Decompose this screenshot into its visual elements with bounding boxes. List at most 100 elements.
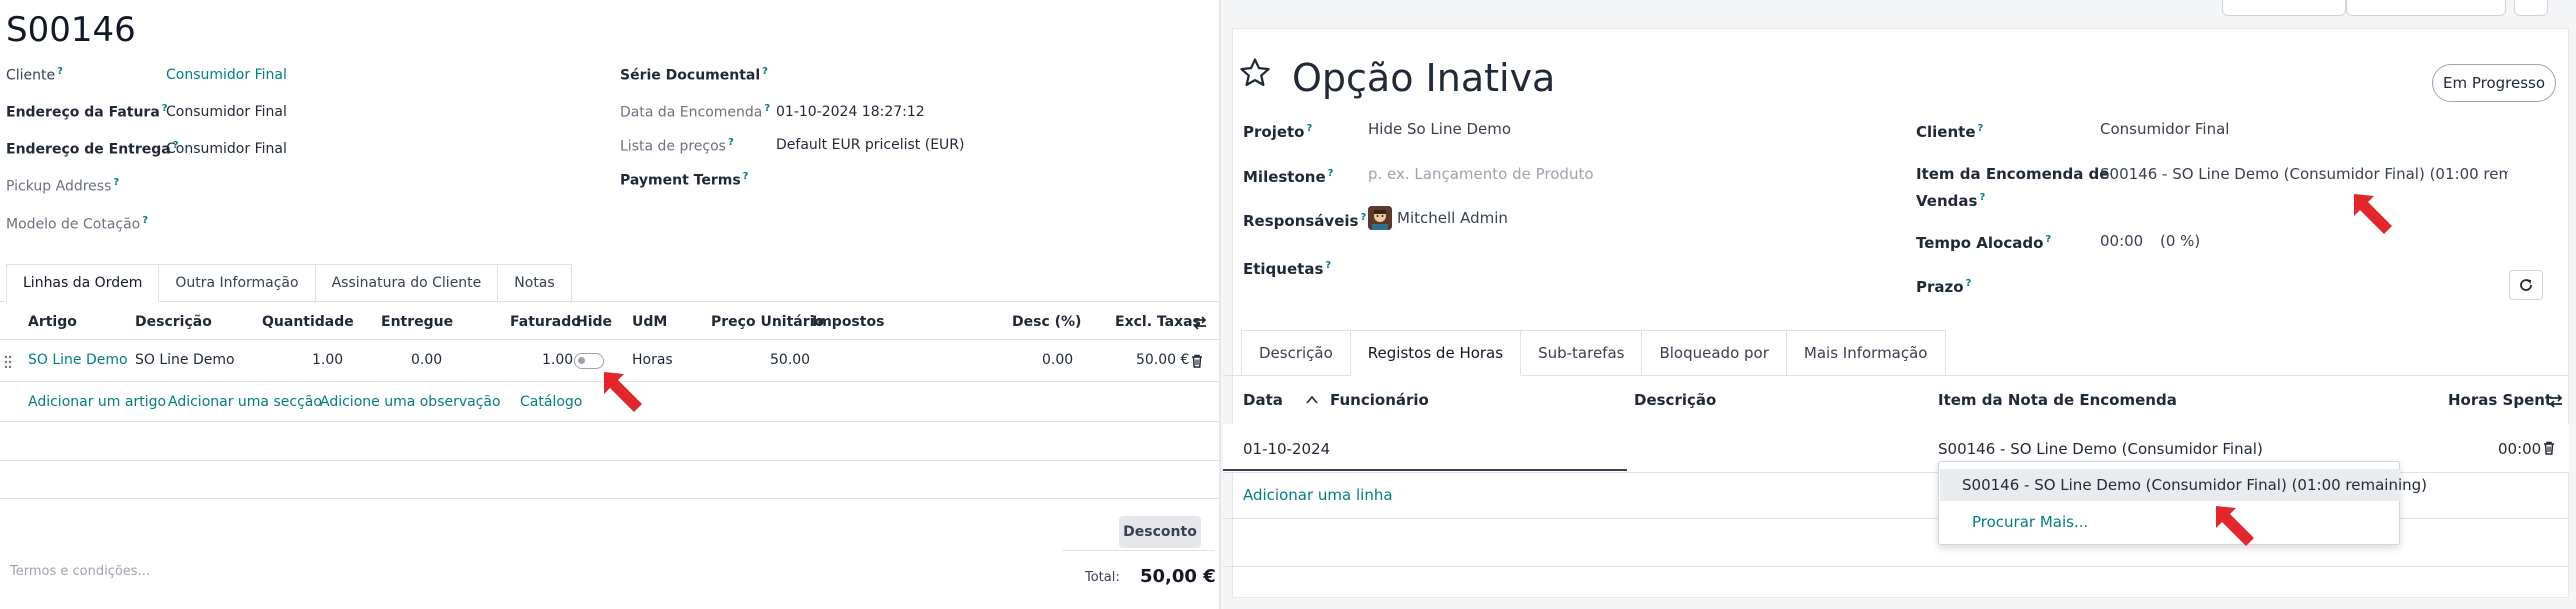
lista-precos-label: Lista de preços? — [620, 137, 734, 155]
tab-sub-tarefas[interactable]: Sub-tarefas — [1521, 330, 1643, 376]
item-encomenda-value[interactable]: S00146 - SO Line Demo (Consumidor Final)… — [2100, 165, 2508, 183]
row-divider — [1223, 566, 2569, 567]
col-udm[interactable]: UdM — [632, 314, 667, 330]
row-descricao[interactable]: SO Line Demo — [135, 352, 235, 368]
sales-order-title: S00146 — [6, 10, 136, 50]
autocomplete-dropdown: S00146 - SO Line Demo (Consumidor Final)… — [1938, 461, 2427, 545]
col-entregue[interactable]: Entregue — [381, 314, 453, 330]
tab-bloqueado-por[interactable]: Bloqueado por — [1642, 330, 1787, 376]
header-divider — [0, 339, 1219, 340]
row-preco[interactable]: 50.00 — [770, 352, 810, 368]
col-impostos[interactable]: Impostos — [812, 314, 884, 330]
trash-icon[interactable] — [1191, 354, 1203, 368]
task-tabs: Descrição Registos de Horas Sub-tarefas … — [1241, 330, 1946, 376]
row-data[interactable]: 01-10-2024 — [1243, 440, 1330, 458]
cliente-value[interactable]: Consumidor Final — [2100, 120, 2229, 138]
row-divider — [0, 498, 1219, 499]
add-product-link[interactable]: Adicionar um artigo — [28, 394, 166, 410]
col-descricao[interactable]: Descrição — [135, 314, 212, 330]
annotation-arrow — [2216, 506, 2254, 546]
row-excl: 50.00 € — [1136, 352, 1190, 368]
search-more-link[interactable]: Procurar Mais... — [1940, 506, 2400, 538]
col-funcionario[interactable]: Funcionário — [1330, 391, 1429, 409]
drag-handle-icon[interactable] — [4, 355, 12, 369]
tab-notas[interactable]: Notas — [498, 264, 572, 302]
cliente-label: Cliente? — [1916, 123, 1984, 141]
cliente-label: Cliente? — [6, 66, 63, 84]
row-faturado[interactable]: 1.00 — [542, 352, 573, 368]
screenshot: S00146 Cliente? Consumidor Final Endereç… — [0, 0, 2576, 609]
responsaveis-label: Responsáveis? — [1243, 212, 1367, 230]
sales-order-form — [0, 0, 1219, 609]
stage-button-1[interactable] — [2222, 0, 2346, 16]
row-item-input[interactable]: S00146 - SO Line Demo (Consumidor Final) — [1938, 440, 2263, 458]
refresh-button[interactable] — [2509, 270, 2543, 300]
col-quantidade[interactable]: Quantidade — [262, 314, 354, 330]
add-section-link[interactable]: Adicionar uma secção — [168, 394, 322, 410]
col-desc[interactable]: Desc (%) — [1012, 314, 1081, 330]
row-horas[interactable]: 00:00 — [2498, 440, 2541, 458]
tempo-alocado-value[interactable]: 00:00 — [2100, 232, 2143, 250]
cliente-value[interactable]: Consumidor Final — [166, 67, 287, 83]
serie-documental-label: Série Documental? — [620, 66, 768, 84]
etiquetas-label: Etiquetas? — [1243, 260, 1332, 278]
milestone-input[interactable]: p. ex. Lançamento de Produto — [1368, 165, 1594, 183]
pickup-address-label: Pickup Address? — [6, 177, 120, 195]
discount-button[interactable]: Desconto — [1119, 516, 1201, 548]
optional-columns-icon[interactable] — [1192, 315, 1208, 331]
col-artigo[interactable]: Artigo — [28, 314, 77, 330]
status-button[interactable]: Em Progresso — [2432, 64, 2556, 102]
sort-asc-icon[interactable] — [1306, 395, 1318, 405]
tempo-alocado-label: Tempo Alocado? — [1916, 234, 2052, 252]
row-desc[interactable]: 0.00 — [1042, 352, 1073, 368]
projeto-value[interactable]: Hide So Line Demo — [1368, 120, 1511, 138]
col-horas-spent[interactable]: Horas Spent — [2448, 391, 2552, 409]
tab-registos-horas[interactable]: Registos de Horas — [1350, 330, 1522, 376]
task-title[interactable]: Opção Inativa — [1292, 56, 1555, 100]
endereco-fatura-label: Endereço da Fatura? — [6, 103, 168, 121]
col-excl-taxas[interactable]: Excl. Taxas — [1115, 314, 1201, 330]
total-divider — [1062, 550, 1214, 551]
row-udm[interactable]: Horas — [632, 352, 673, 368]
row-entregue[interactable]: 0.00 — [411, 352, 442, 368]
terms-conditions-input[interactable]: Termos e condições... — [10, 564, 150, 579]
col-faturado[interactable]: Faturado — [510, 314, 581, 330]
star-icon[interactable] — [1238, 56, 1272, 90]
responsaveis-value[interactable]: Mitchell Admin — [1397, 209, 1508, 227]
hide-toggle[interactable] — [574, 353, 604, 369]
item-encomenda-label: Item da Encomenda de — [1916, 165, 2110, 183]
endereco-entrega-label: Endereço de Entrega? — [6, 140, 179, 158]
col-descricao[interactable]: Descrição — [1634, 391, 1716, 409]
col-preco-unitario[interactable]: Preço Unitário — [711, 314, 824, 330]
stage-button-2[interactable] — [2346, 0, 2506, 16]
milestone-label: Milestone? — [1243, 168, 1334, 186]
trash-icon[interactable] — [2543, 441, 2555, 455]
total-label: Total: — [1085, 570, 1120, 585]
autocomplete-option[interactable]: S00146 - SO Line Demo (Consumidor Final)… — [1940, 469, 2427, 501]
stage-button-3[interactable] — [2514, 0, 2548, 16]
lista-precos-value[interactable]: Default EUR pricelist (EUR) — [776, 137, 964, 153]
row-divider — [0, 460, 1219, 461]
refresh-icon — [2520, 279, 2532, 291]
catalog-link[interactable]: Catálogo — [520, 394, 582, 410]
tempo-alocado-pct: (0 %) — [2160, 232, 2201, 250]
row-artigo[interactable]: SO Line Demo — [28, 352, 128, 368]
annotation-arrow — [2354, 194, 2392, 234]
tab-descricao[interactable]: Descrição — [1241, 330, 1351, 376]
endereco-entrega-value[interactable]: Consumidor Final — [166, 141, 287, 157]
total-value: 50,00 € — [1140, 566, 1216, 587]
add-note-link[interactable]: Adicione uma observação — [320, 394, 501, 410]
col-hide[interactable]: Hide — [576, 314, 612, 330]
col-item-nota-encomenda[interactable]: Item da Nota de Encomenda — [1938, 391, 2177, 409]
optional-columns-icon[interactable] — [2548, 393, 2564, 409]
add-line-link[interactable]: Adicionar uma linha — [1243, 486, 1393, 504]
data-encomenda-value[interactable]: 01-10-2024 18:27:12 — [776, 104, 925, 120]
tab-linhas-ordem[interactable]: Linhas da Ordem — [6, 264, 160, 302]
col-data[interactable]: Data — [1243, 391, 1283, 409]
tab-assinatura-cliente[interactable]: Assinatura do Cliente — [315, 264, 499, 302]
tab-mais-informacao[interactable]: Mais Informação — [1786, 330, 1946, 376]
endereco-fatura-value[interactable]: Consumidor Final — [166, 104, 287, 120]
tab-outra-informacao[interactable]: Outra Informação — [159, 264, 316, 302]
avatar — [1368, 206, 1392, 230]
row-quantidade[interactable]: 1.00 — [312, 352, 343, 368]
